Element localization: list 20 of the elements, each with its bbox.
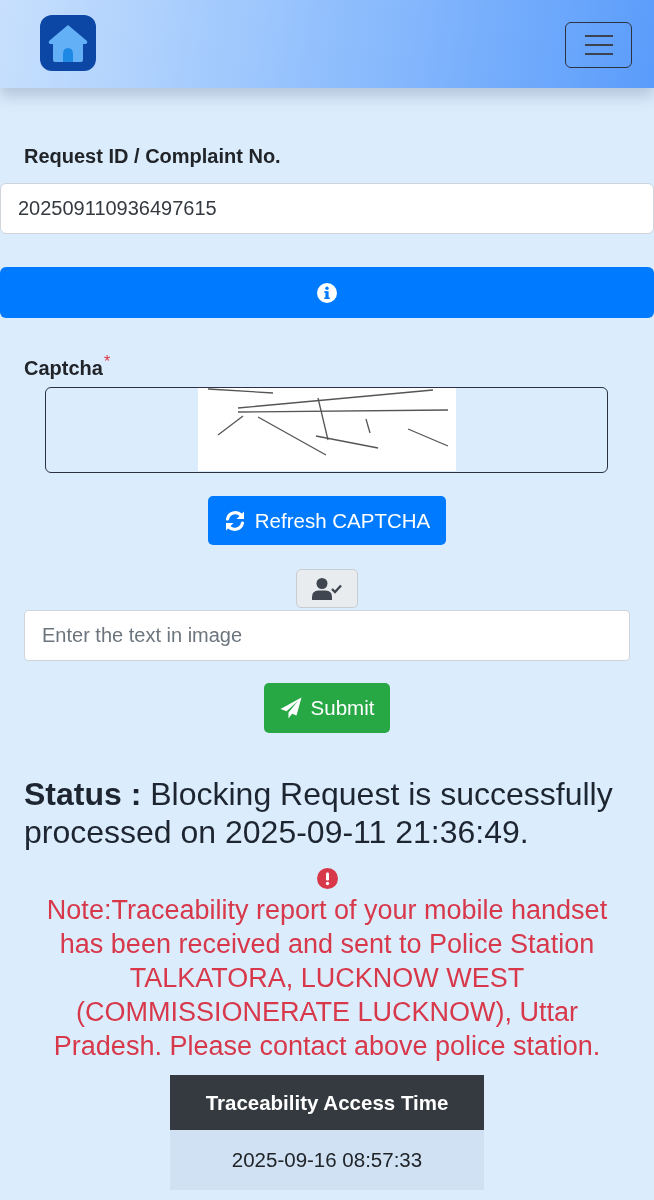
column-header: Traceability Access Time bbox=[170, 1075, 484, 1130]
status-message: Status : Blocking Request is successfully processed on 2025-09-11 21:36:49. bbox=[24, 775, 614, 851]
user-check-icon bbox=[312, 577, 342, 600]
user-check-button[interactable] bbox=[296, 569, 358, 608]
exclamation-icon bbox=[316, 868, 338, 889]
refresh-captcha-button[interactable]: Refresh CAPTCHA bbox=[207, 496, 447, 545]
info-icon bbox=[317, 282, 337, 303]
note-message: Note:Traceability report of your mobile handset has been received and sent to Police Station TALKATORA, LUCKNOW WEST (COMMISSIONERATE LUCKNOW), Uttar Pradesh. Please contact above police station. bbox=[45, 894, 609, 1063]
required-mark: * bbox=[103, 354, 111, 370]
field-label: Request ID / Complaint No. bbox=[24, 145, 281, 168]
refresh-icon bbox=[223, 509, 246, 532]
table-cell: 2025-09-16 08:57:33 bbox=[170, 1130, 484, 1190]
menu-button[interactable] bbox=[565, 22, 632, 68]
submit-button[interactable]: Submit bbox=[263, 683, 391, 733]
captcha-input-field[interactable]: Enter the text in image bbox=[24, 610, 630, 661]
menu-icon bbox=[584, 34, 613, 56]
home-icon[interactable] bbox=[40, 15, 96, 71]
request-id-field[interactable]: 202509110936497615 bbox=[0, 183, 654, 234]
paper-plane-icon bbox=[279, 697, 302, 719]
captcha-label: Captcha bbox=[24, 357, 103, 380]
